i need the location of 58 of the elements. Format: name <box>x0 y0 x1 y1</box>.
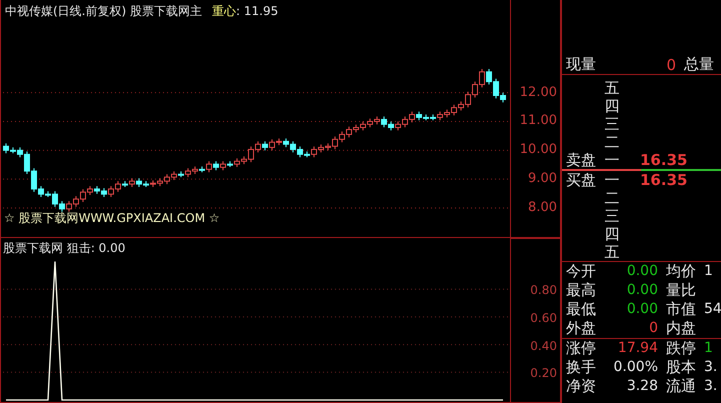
axis-label: 11.00 <box>520 113 557 130</box>
axis-label: 0.20 <box>530 365 557 382</box>
axis-label: 8.00 <box>528 200 557 216</box>
stat-label: 涨停 <box>566 339 597 358</box>
stat-label: 跌停 <box>666 339 697 358</box>
axis-label: 12.00 <box>520 84 557 101</box>
stat-label: 今开 <box>566 262 597 281</box>
stat-label: 换手 <box>566 358 597 377</box>
side-label: 买盘 <box>566 171 597 189</box>
axis-label: 0.80 <box>530 282 557 298</box>
level-label: 一 <box>604 151 620 169</box>
level-label: 三 <box>604 115 620 133</box>
stat-label: 均价 <box>666 262 697 281</box>
stat-value: 3. <box>704 358 718 377</box>
stat-label: 外盘 <box>566 319 597 338</box>
axis-label: 0.60 <box>530 310 557 326</box>
total-volume-label: 总量 <box>684 55 714 74</box>
axis-label: 0.40 <box>530 338 557 354</box>
level-label: 二 <box>604 133 620 151</box>
level-label: 三 <box>604 207 620 225</box>
level-label: 四 <box>604 97 620 115</box>
overlay-text: ☆ 股票下载网WWW.GPXIAZAI.COM ☆ <box>4 210 220 227</box>
level-label: 四 <box>604 225 620 243</box>
volume-label: 现量 <box>566 55 597 74</box>
level-label: 五 <box>604 79 620 97</box>
stat-value: 0.00 <box>626 300 658 319</box>
axis-label: 10.00 <box>520 142 557 158</box>
stat-value: 3.28 <box>626 377 658 396</box>
stat-value: 17.94 <box>616 339 658 358</box>
level-label: 五 <box>604 243 620 261</box>
volume-value: 0 <box>665 56 677 74</box>
indicator-title: 股票下载网 狙击: 0.00 <box>3 240 126 257</box>
stat-label: 最高 <box>566 281 597 300</box>
indicator-value: : 11.95 <box>236 4 278 18</box>
stat-value: 3. <box>704 377 718 396</box>
stat-value: 0.00 <box>626 281 658 300</box>
stat-label: 净资 <box>566 377 597 396</box>
price-value: 16.35 <box>639 151 688 169</box>
stat-value: 0 <box>648 319 658 338</box>
stat-value: 1 <box>704 339 714 358</box>
candlestick <box>206 160 212 173</box>
indicator-label: 重心 <box>212 4 236 18</box>
stat-label: 内盘 <box>666 319 697 338</box>
stat-label: 流通 <box>666 377 697 396</box>
stat-value: 0.00% <box>612 358 658 377</box>
stat-label: 股本 <box>666 358 697 377</box>
stat-label: 市值 <box>666 300 697 319</box>
stat-label: 最低 <box>566 300 597 319</box>
stat-value: 0.00 <box>626 262 658 281</box>
side-label: 卖盘 <box>566 151 597 169</box>
price-value: 16.35 <box>639 171 688 189</box>
stat-value: 54 <box>704 300 721 319</box>
level-label: 一 <box>604 171 620 189</box>
chart-title: 中视传媒(日线.前复权) 股票下载网主 <box>5 3 202 20</box>
stat-label: 量比 <box>666 281 697 300</box>
axis-label: 9.00 <box>528 171 557 188</box>
stat-value: 1 <box>704 262 714 281</box>
level-label: 二 <box>604 189 620 207</box>
